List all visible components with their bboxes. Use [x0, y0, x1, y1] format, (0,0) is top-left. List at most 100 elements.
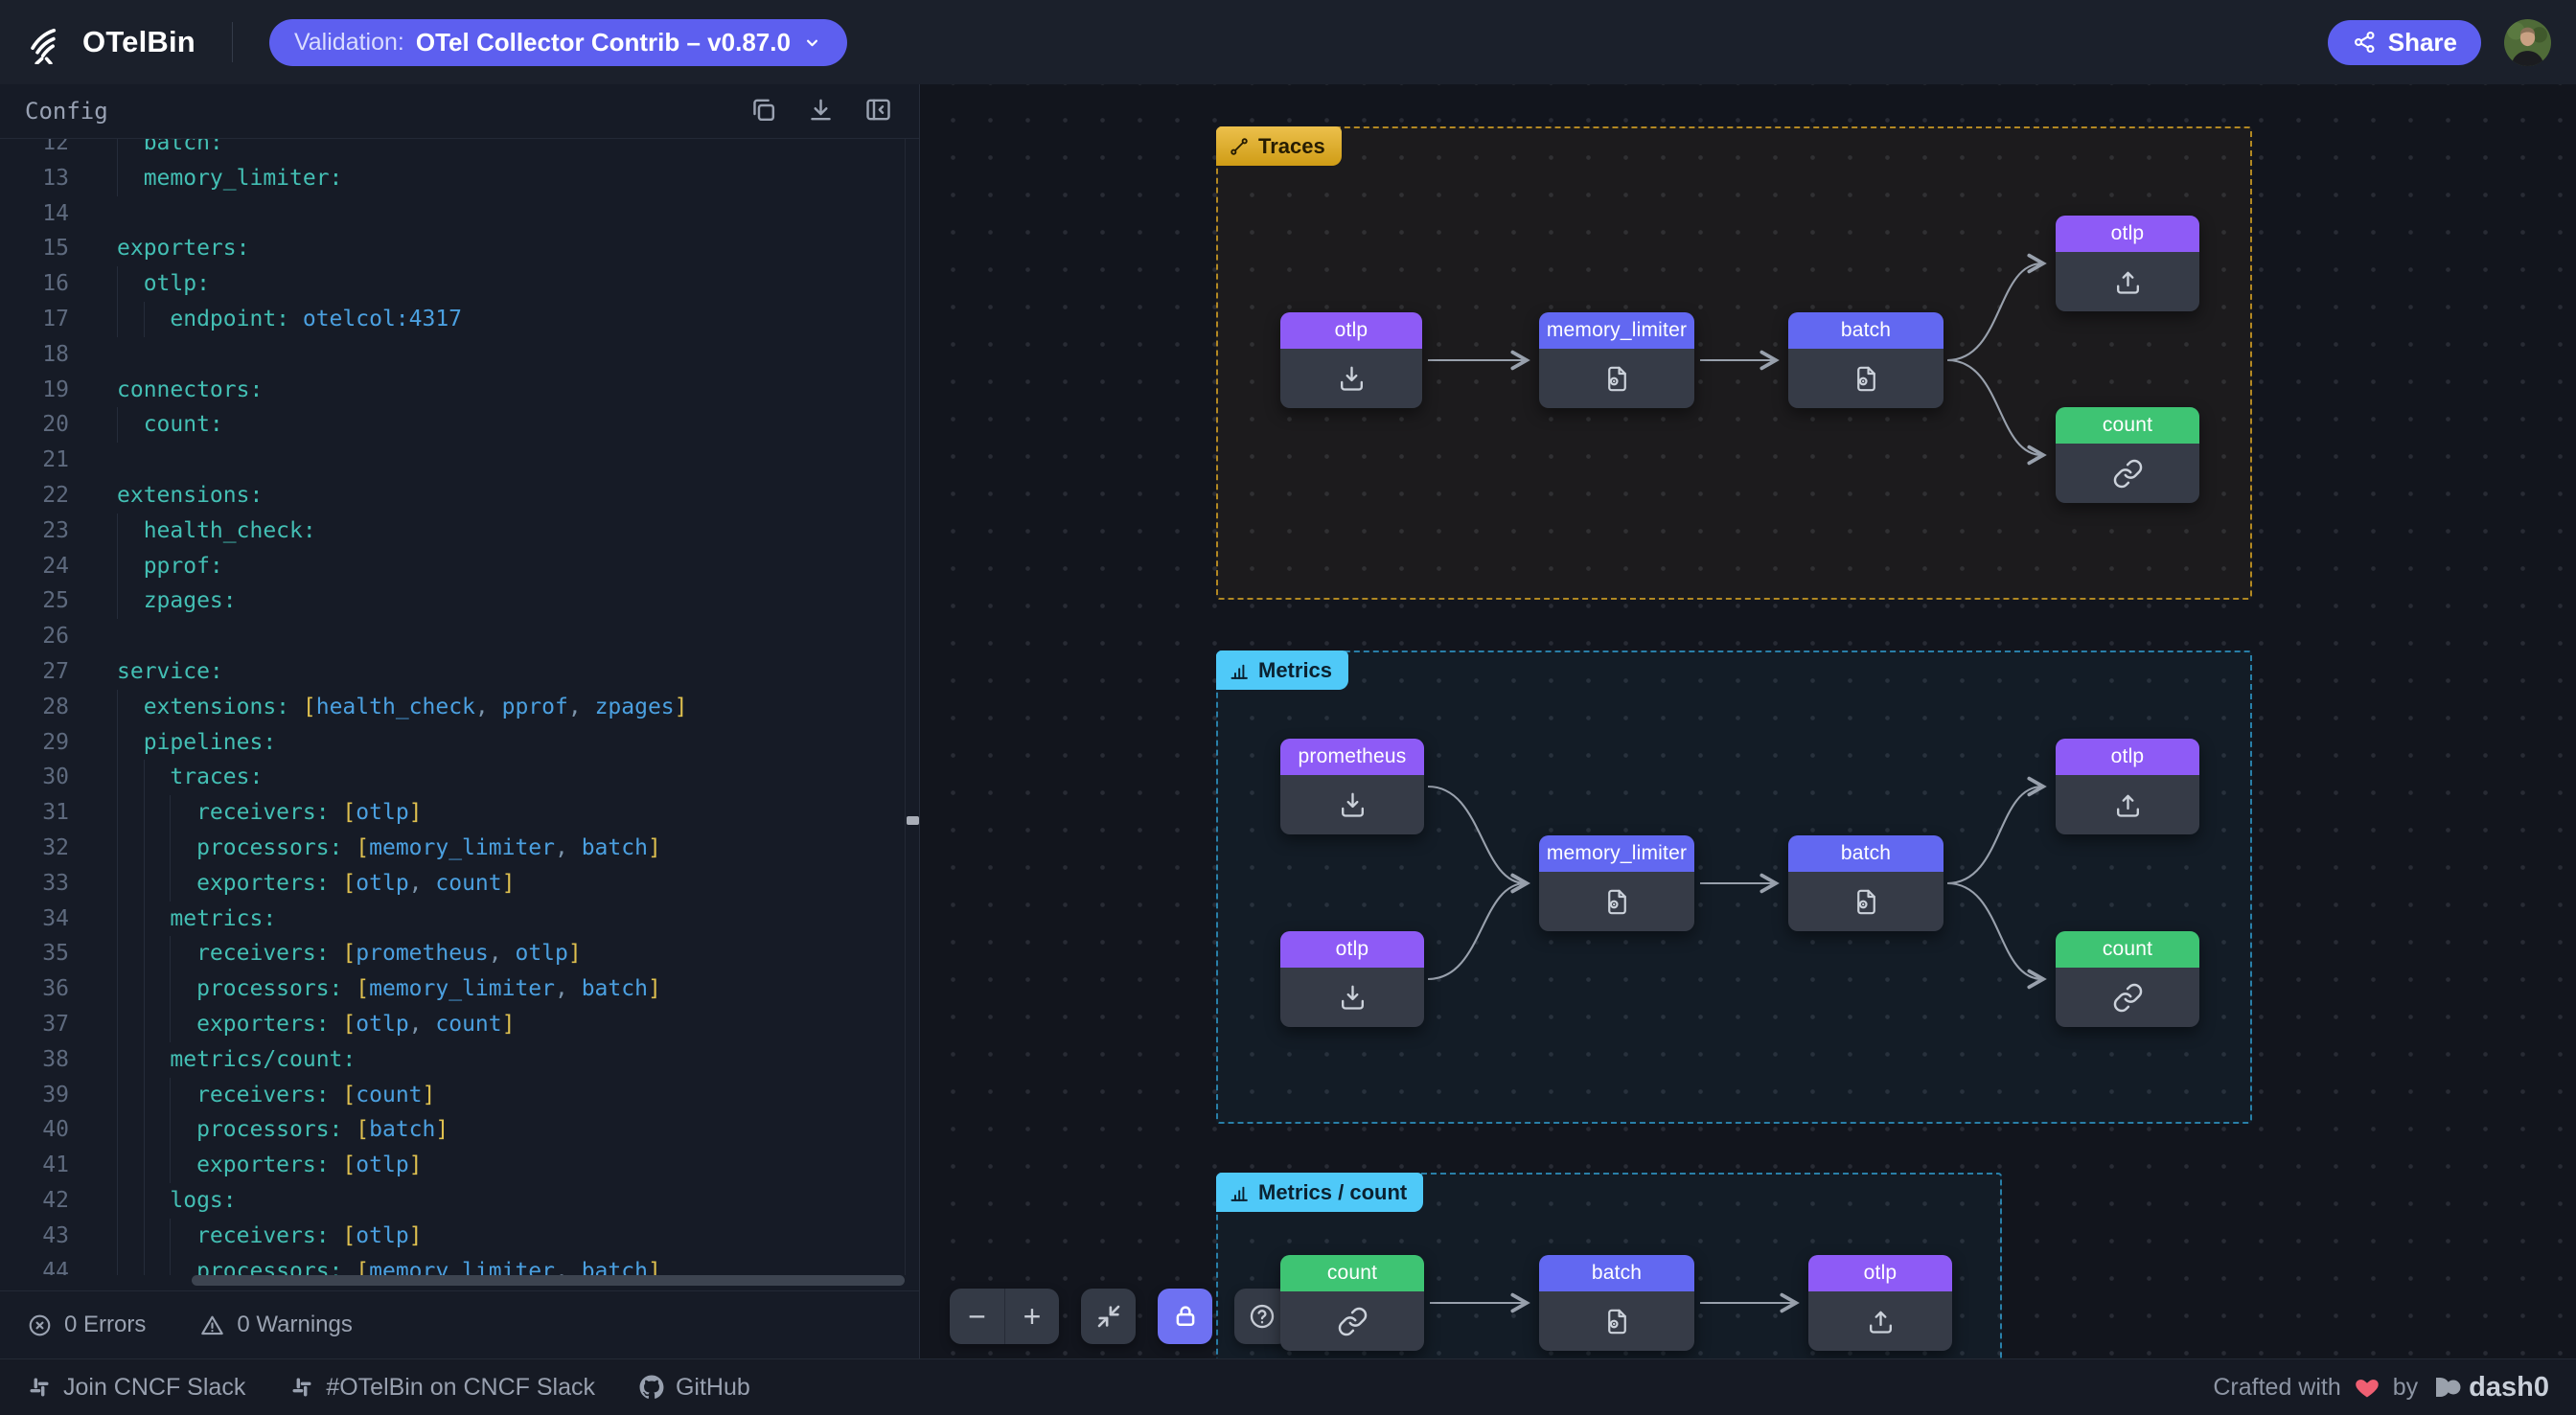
- footer-link-otelbin-slack[interactable]: #OTelBin on CNCF Slack: [289, 1374, 595, 1402]
- pipeline-node-receiver-otlp[interactable]: otlp: [1280, 931, 1424, 1027]
- line-number: 17: [0, 302, 69, 337]
- line-number: 12: [0, 139, 69, 161]
- group-label: Metrics / count: [1258, 1180, 1407, 1205]
- indent-guide: [170, 936, 171, 971]
- bar-chart-icon: [1229, 660, 1250, 681]
- node-body: [2056, 775, 2199, 834]
- indent-guide: [144, 1042, 145, 1078]
- pipeline-node-exporter-otlp[interactable]: otlp: [2056, 216, 2199, 311]
- copy-config-button[interactable]: [747, 95, 779, 127]
- copy-icon: [748, 95, 778, 125]
- node-body: [1788, 349, 1944, 408]
- indent-guide: [170, 1219, 171, 1254]
- code-line-19: 19connectors:: [0, 373, 905, 408]
- code-text: receivers: [count]: [117, 1078, 435, 1113]
- panel-title: Config: [25, 98, 108, 125]
- pipeline-canvas[interactable]: − + Tracesotlpmemory_limiterbatchotlpcou…: [921, 84, 2576, 1358]
- share-button[interactable]: Share: [2328, 20, 2481, 65]
- fit-view-icon: [1094, 1302, 1123, 1331]
- canvas-toolbar: − +: [950, 1289, 1289, 1344]
- avatar[interactable]: [2504, 19, 2551, 66]
- help-icon: [1248, 1302, 1276, 1331]
- node-body: [2056, 252, 2199, 311]
- pipeline-node-processor-memory_limiter[interactable]: memory_limiter: [1539, 835, 1694, 931]
- node-body: [1788, 872, 1944, 931]
- editor-vertical-scrollbar[interactable]: [907, 816, 919, 825]
- node-body: [1808, 1291, 1952, 1351]
- line-number: 33: [0, 866, 69, 901]
- pipeline-node-connector-count[interactable]: count: [2056, 931, 2199, 1027]
- node-label: batch: [1539, 1255, 1694, 1291]
- footer-link-github[interactable]: GitHub: [639, 1374, 750, 1402]
- indent-guide: [117, 1042, 118, 1078]
- code-line-16: 16 otlp:: [0, 266, 905, 302]
- footer-link-label: GitHub: [676, 1374, 750, 1402]
- yaml-editor[interactable]: 12 batch:13 memory_limiter:1415exporters…: [0, 139, 905, 1275]
- zoom-in-button[interactable]: +: [1004, 1289, 1059, 1344]
- node-label: count: [1280, 1255, 1424, 1291]
- share-label: Share: [2388, 28, 2457, 57]
- indent-guide: [117, 831, 118, 866]
- indent-guide: [144, 866, 145, 901]
- pipeline-group-badge-metrics: Metrics: [1216, 650, 1348, 690]
- code-text: pprof:: [117, 549, 223, 584]
- pipeline-node-connector-count[interactable]: count: [1280, 1255, 1424, 1351]
- pipeline-node-receiver-prometheus[interactable]: prometheus: [1280, 739, 1424, 834]
- node-label: memory_limiter: [1539, 312, 1694, 349]
- code-line-34: 34 metrics:: [0, 901, 905, 937]
- editor-overview-ruler: [905, 139, 906, 1275]
- fit-view-button[interactable]: [1081, 1289, 1136, 1344]
- code-line-27: 27service:: [0, 654, 905, 690]
- indent-guide: [117, 549, 118, 584]
- footer-link-join-cncf-slack[interactable]: Join CNCF Slack: [27, 1374, 245, 1402]
- bar-chart-icon: [1229, 1182, 1250, 1203]
- warnings-label: 0 Warnings: [237, 1312, 353, 1338]
- line-number: 19: [0, 373, 69, 408]
- group-label: Metrics: [1258, 658, 1332, 683]
- collapse-panel-button[interactable]: [862, 95, 894, 127]
- code-line-26: 26: [0, 619, 905, 654]
- code-text: processors: [batch]: [117, 1112, 448, 1148]
- upload-icon: [2112, 789, 2144, 821]
- indent-guide: [144, 901, 145, 937]
- indent-guide: [117, 866, 118, 901]
- line-number: 27: [0, 654, 69, 690]
- pipeline-node-exporter-otlp[interactable]: otlp: [1808, 1255, 1952, 1351]
- editor-horizontal-scrollbar[interactable]: [192, 1275, 905, 1286]
- node-label: batch: [1788, 312, 1944, 349]
- brand: OTelBin: [25, 20, 196, 64]
- code-line-22: 22extensions:: [0, 478, 905, 514]
- indent-guide: [144, 1112, 145, 1148]
- pipeline-node-processor-memory_limiter[interactable]: memory_limiter: [1539, 312, 1694, 408]
- node-label: otlp: [1280, 931, 1424, 968]
- header-divider: [232, 22, 233, 62]
- node-body: [1539, 872, 1694, 931]
- credit-prefix: Crafted with: [2213, 1374, 2340, 1402]
- indent-guide: [117, 725, 118, 761]
- pipeline-node-exporter-otlp[interactable]: otlp: [2056, 739, 2199, 834]
- credit-suffix: by: [2393, 1374, 2418, 1402]
- errors-status: 0 Errors: [27, 1312, 146, 1338]
- download-config-button[interactable]: [804, 95, 837, 127]
- lock-button[interactable]: [1158, 1289, 1212, 1344]
- circle-x-icon: [27, 1312, 53, 1338]
- validation-dropdown[interactable]: Validation: OTel Collector Contrib – v0.…: [269, 19, 847, 66]
- code-text: endpoint: otelcol:4317: [117, 302, 462, 337]
- code-line-36: 36 processors: [memory_limiter, batch]: [0, 971, 905, 1007]
- code-line-21: 21: [0, 443, 905, 478]
- node-body: [1539, 1291, 1694, 1351]
- pipeline-node-connector-count[interactable]: count: [2056, 407, 2199, 503]
- code-line-13: 13 memory_limiter:: [0, 161, 905, 196]
- code-line-41: 41 exporters: [otlp]: [0, 1148, 905, 1183]
- indent-guide: [170, 1078, 171, 1113]
- pipeline-node-processor-batch[interactable]: batch: [1539, 1255, 1694, 1351]
- zoom-out-button[interactable]: −: [950, 1289, 1004, 1344]
- pipeline-node-receiver-otlp[interactable]: otlp: [1280, 312, 1422, 408]
- indent-guide: [144, 971, 145, 1007]
- indent-guide: [117, 901, 118, 937]
- code-text: otlp:: [117, 266, 210, 302]
- pipeline-node-processor-batch[interactable]: batch: [1788, 312, 1944, 408]
- dash0-link[interactable]: dash0: [2430, 1372, 2549, 1404]
- pipeline-node-processor-batch[interactable]: batch: [1788, 835, 1944, 931]
- zoom-controls: − +: [950, 1289, 1059, 1344]
